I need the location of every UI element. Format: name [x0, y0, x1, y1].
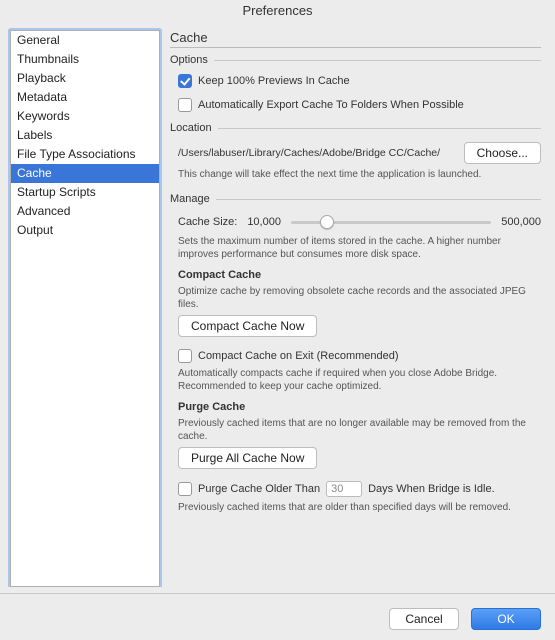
checkbox-compact-on-exit[interactable]	[178, 349, 192, 363]
sidebar: General Thumbnails Playback Metadata Key…	[10, 30, 160, 587]
checkbox-purge-older[interactable]	[178, 482, 192, 496]
group-manage: Manage Cache Size: 10,000 500,000 Sets t…	[170, 193, 541, 520]
preferences-window: Preferences General Thumbnails Playback …	[0, 0, 555, 640]
cache-size-label: Cache Size:	[178, 216, 237, 228]
label-compact-on-exit: Compact Cache on Exit (Recommended)	[198, 350, 399, 362]
choose-button[interactable]: Choose...	[464, 142, 541, 164]
checkbox-keep-previews[interactable]	[178, 74, 192, 88]
sidebar-item-cache[interactable]: Cache	[11, 164, 159, 183]
purge-older-days-input[interactable]: 30	[326, 481, 362, 497]
window-title: Preferences	[0, 0, 555, 22]
group-title-location: Location	[170, 122, 212, 134]
rule	[216, 199, 541, 200]
slider-min: 10,000	[247, 216, 281, 228]
sidebar-item-output[interactable]: Output	[11, 221, 159, 240]
label-keep-previews: Keep 100% Previews In Cache	[198, 75, 350, 87]
location-note: This change will take effect the next ti…	[178, 168, 541, 181]
compact-help: Optimize cache by removing obsolete cach…	[178, 285, 541, 311]
sidebar-item-playback[interactable]: Playback	[11, 69, 159, 88]
dialog-footer: Cancel OK	[0, 600, 555, 640]
label-auto-export: Automatically Export Cache To Folders Wh…	[198, 99, 464, 111]
slider-max: 500,000	[501, 216, 541, 228]
label-purge-older-suffix: Days When Bridge is Idle.	[368, 483, 495, 495]
group-location: Location /Users/labuser/Library/Caches/A…	[170, 122, 541, 187]
sidebar-item-startup-scripts[interactable]: Startup Scripts	[11, 183, 159, 202]
footer-separator	[0, 593, 555, 594]
sidebar-item-thumbnails[interactable]: Thumbnails	[11, 50, 159, 69]
sidebar-item-file-type-associations[interactable]: File Type Associations	[11, 145, 159, 164]
sidebar-item-metadata[interactable]: Metadata	[11, 88, 159, 107]
content-pane: Cache Options Keep 100% Previews In Cach…	[170, 30, 545, 587]
window-body: General Thumbnails Playback Metadata Key…	[0, 22, 555, 587]
purge-all-button[interactable]: Purge All Cache Now	[178, 447, 317, 469]
cache-size-help: Sets the maximum number of items stored …	[178, 235, 541, 261]
sidebar-item-general[interactable]: General	[11, 31, 159, 50]
compact-on-exit-help: Automatically compacts cache if required…	[178, 367, 541, 393]
compact-now-button[interactable]: Compact Cache Now	[178, 315, 317, 337]
cache-size-slider[interactable]	[291, 213, 491, 231]
sidebar-item-keywords[interactable]: Keywords	[11, 107, 159, 126]
rule	[218, 128, 541, 129]
panel-title: Cache	[170, 30, 541, 48]
sidebar-item-advanced[interactable]: Advanced	[11, 202, 159, 221]
cache-path: /Users/labuser/Library/Caches/Adobe/Brid…	[178, 147, 440, 159]
sidebar-item-labels[interactable]: Labels	[11, 126, 159, 145]
label-purge-older-prefix: Purge Cache Older Than	[198, 483, 320, 495]
group-title-options: Options	[170, 54, 208, 66]
purge-heading: Purge Cache	[178, 401, 541, 413]
group-title-manage: Manage	[170, 193, 210, 205]
purge-older-help: Previously cached items that are older t…	[178, 501, 541, 514]
ok-button[interactable]: OK	[471, 608, 541, 630]
rule	[214, 60, 541, 61]
checkbox-auto-export[interactable]	[178, 98, 192, 112]
compact-heading: Compact Cache	[178, 269, 541, 281]
cancel-button[interactable]: Cancel	[389, 608, 459, 630]
group-options: Options Keep 100% Previews In Cache Auto…	[170, 54, 541, 116]
slider-thumb[interactable]	[320, 215, 334, 229]
purge-help: Previously cached items that are no long…	[178, 417, 541, 443]
